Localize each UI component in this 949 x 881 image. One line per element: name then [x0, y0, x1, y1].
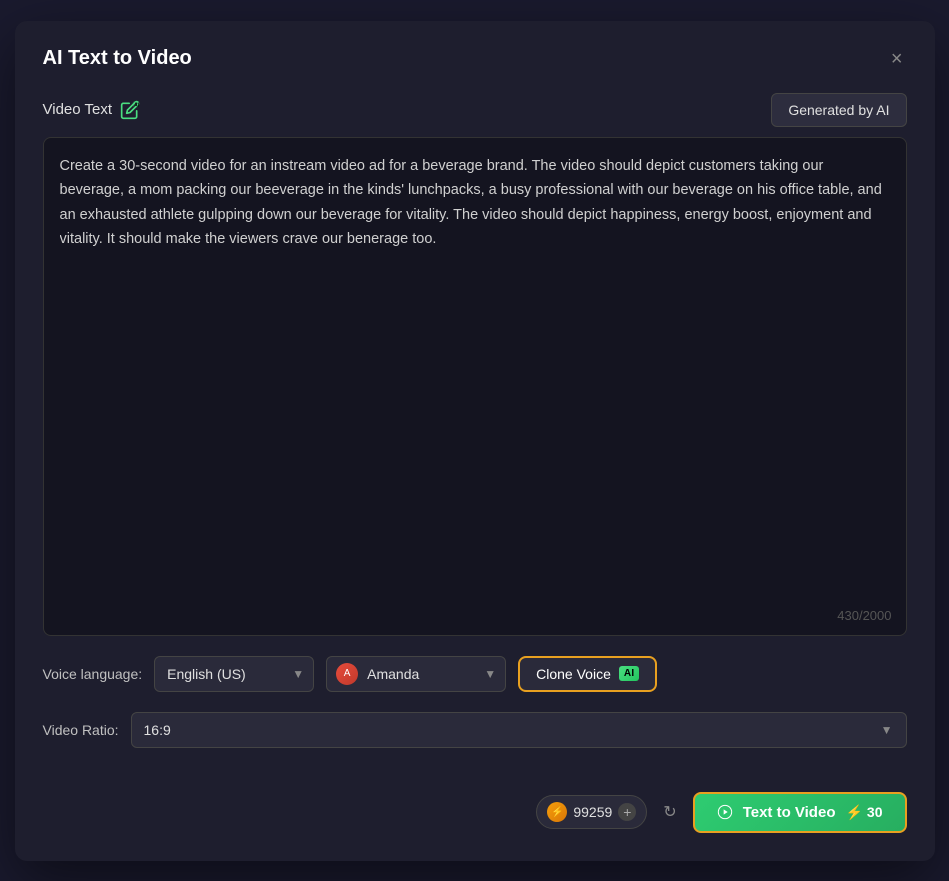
- text-to-video-label: Text to Video: [743, 804, 836, 821]
- video-text-header: Video Text AI Generated by AI: [43, 93, 907, 127]
- video-ratio-select-wrapper: 16:9 9:16 1:1 4:3 ▼: [131, 712, 907, 748]
- ai-text-to-video-dialog: AI Text to Video × Video Text AI Generat…: [15, 21, 935, 861]
- voice-name-select-wrapper: A Amanda John Sarah Mike ▼: [326, 656, 506, 692]
- text-to-video-button[interactable]: Text to Video ⚡ 30: [693, 792, 907, 833]
- clone-voice-label: Clone Voice: [536, 666, 611, 682]
- add-credits-button[interactable]: +: [618, 803, 636, 821]
- close-button[interactable]: ×: [887, 45, 907, 73]
- svg-text:AI: AI: [134, 102, 140, 108]
- video-ratio-row: Video Ratio: 16:9 9:16 1:1 4:3 ▼: [43, 712, 907, 748]
- credits-amount: 99259: [573, 804, 612, 820]
- video-ratio-select[interactable]: 16:9 9:16 1:1 4:3: [131, 712, 907, 748]
- dialog-header: AI Text to Video ×: [43, 45, 907, 73]
- cost-amount: 30: [867, 804, 883, 820]
- bottom-action-row: ⚡ 99259 + ↻ Text to Video ⚡ 30: [43, 784, 907, 833]
- voice-name-select[interactable]: Amanda John Sarah Mike: [326, 656, 506, 692]
- coin-icon: ⚡: [547, 802, 567, 822]
- refresh-credits-button[interactable]: ↻: [659, 802, 680, 822]
- video-text-label: Video Text AI: [43, 100, 141, 120]
- video-text-section: Video Text AI Generated by AI Create a 3…: [43, 93, 907, 636]
- voice-controls-row: Voice language: English (US) English (UK…: [43, 656, 907, 692]
- video-text-area-wrapper: Create a 30-second video for an instream…: [43, 137, 907, 636]
- voice-language-select[interactable]: English (US) English (UK) Spanish French…: [154, 656, 314, 692]
- edit-icon: AI: [120, 100, 140, 120]
- dialog-title: AI Text to Video: [43, 47, 192, 70]
- video-text-input[interactable]: Create a 30-second video for an instream…: [60, 154, 890, 614]
- credits-widget: ⚡ 99259 +: [536, 795, 647, 829]
- clone-voice-ai-badge: AI: [619, 666, 640, 681]
- text-to-video-icon: [717, 804, 733, 820]
- clone-voice-button[interactable]: Clone Voice AI: [518, 656, 657, 692]
- voice-language-select-wrapper: English (US) English (UK) Spanish French…: [154, 656, 314, 692]
- video-ratio-label: Video Ratio:: [43, 722, 119, 738]
- cost-lightning-icon: ⚡: [845, 804, 862, 821]
- char-count: 430/2000: [837, 608, 891, 623]
- generated-by-ai-button[interactable]: Generated by AI: [771, 93, 906, 127]
- voice-language-label: Voice language:: [43, 666, 143, 682]
- cost-badge: ⚡ 30: [845, 804, 882, 821]
